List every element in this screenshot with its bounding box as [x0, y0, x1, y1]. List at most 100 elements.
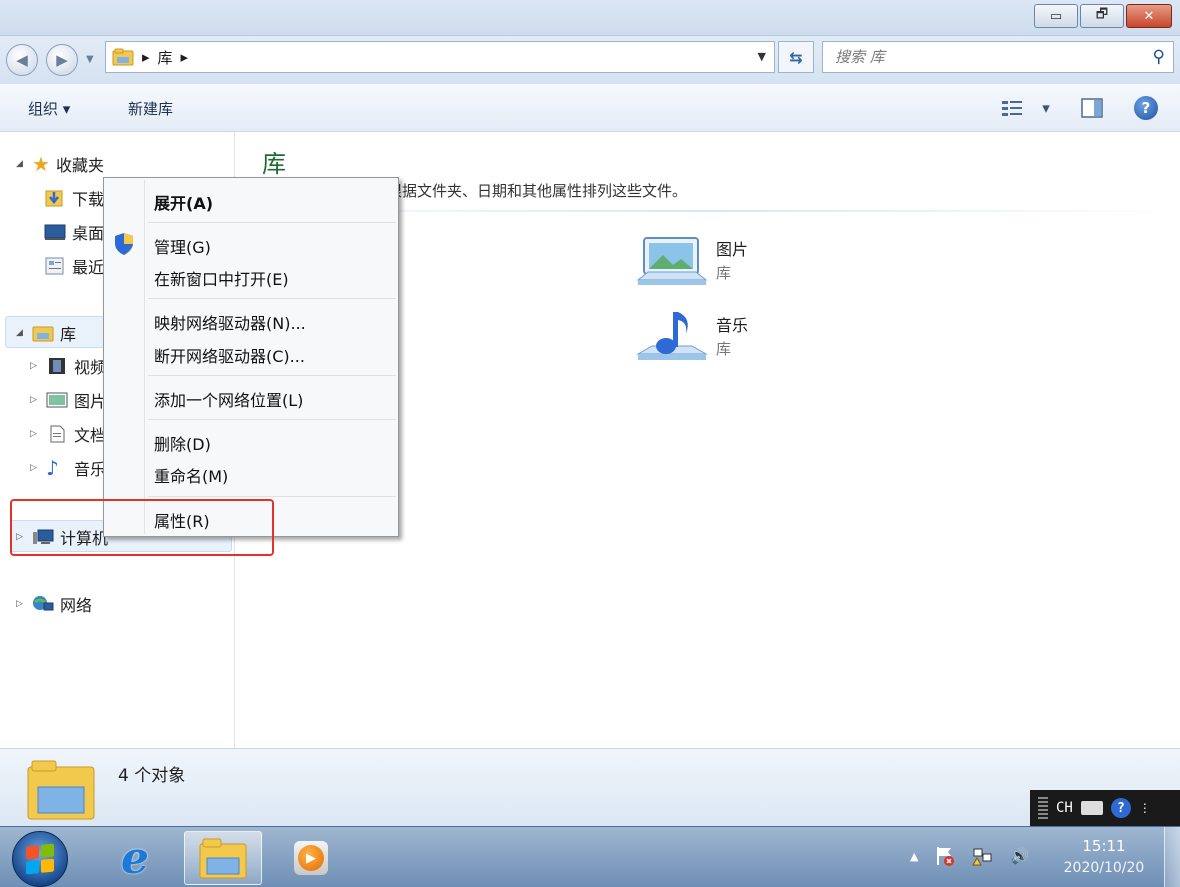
- library-folder-large-icon: [27, 760, 95, 820]
- library-item-name: 音乐: [716, 316, 749, 335]
- tree-item-documents[interactable]: ▷ 文档: [30, 422, 106, 446]
- minimize-button[interactable]: ▭: [1034, 4, 1078, 28]
- page-title: 库: [262, 150, 286, 178]
- maximize-button[interactable]: 🗗: [1080, 4, 1124, 28]
- recent-pages-dropdown[interactable]: ▼: [86, 54, 94, 65]
- collapse-arrow-icon[interactable]: ◢: [16, 328, 26, 338]
- menu-separator: [148, 375, 396, 376]
- menu-separator: [148, 419, 396, 420]
- refresh-icon: ⇆: [789, 47, 803, 67]
- tree-item-videos[interactable]: ▷ 视频: [30, 354, 106, 378]
- library-item-music[interactable]: 音乐 库: [636, 308, 816, 378]
- library-item-pictures[interactable]: 图片 库: [636, 232, 816, 302]
- view-dropdown[interactable]: ▾: [1030, 94, 1062, 122]
- expand-arrow-icon[interactable]: ▷: [16, 599, 26, 609]
- breadcrumb-item-library[interactable]: 库: [158, 47, 173, 68]
- tree-label: 视频: [74, 358, 107, 377]
- taskbar-internet-explorer[interactable]: e: [96, 831, 174, 885]
- refresh-button[interactable]: ⇆: [778, 41, 814, 73]
- input-language[interactable]: CH: [1056, 800, 1073, 816]
- close-button[interactable]: ✕: [1126, 4, 1172, 28]
- organize-button[interactable]: 组织 ▾: [28, 98, 70, 119]
- help-button[interactable]: ?: [1130, 94, 1162, 122]
- menu-item-manage[interactable]: 管理(G): [154, 234, 211, 258]
- uac-shield-icon: [115, 233, 133, 255]
- expand-arrow-icon[interactable]: ▷: [30, 361, 40, 371]
- taskbar-windows-explorer[interactable]: [184, 831, 262, 885]
- address-dropdown[interactable]: ▼: [758, 50, 766, 63]
- keyboard-icon[interactable]: [1080, 801, 1103, 815]
- details-pane: 4 个对象: [0, 748, 1180, 826]
- command-bar: 组织 ▾ 新建库 ▾ ?: [0, 84, 1180, 132]
- address-box[interactable]: ▸ 库 ▸ ▼: [105, 41, 775, 73]
- expand-arrow-icon[interactable]: ▷: [30, 463, 40, 473]
- start-button[interactable]: [12, 831, 68, 887]
- help-icon[interactable]: ?: [1110, 798, 1131, 818]
- search-box[interactable]: ⚲: [822, 41, 1174, 73]
- library-item-name: 图片: [716, 240, 749, 259]
- show-hidden-icons-button[interactable]: ▲: [910, 850, 918, 863]
- window-controls: ▭ 🗗 ✕: [1034, 4, 1172, 28]
- tree-label: 文档: [74, 426, 107, 445]
- volume-icon[interactable]: 🔊: [1010, 847, 1029, 865]
- menu-icon-column-divider: [144, 180, 145, 534]
- menu-item-rename[interactable]: 重命名(M): [154, 463, 228, 487]
- back-button[interactable]: ◀: [6, 44, 38, 76]
- menu-item-expand[interactable]: 展开(A): [154, 190, 213, 214]
- preview-pane-icon: [1081, 98, 1103, 118]
- menu-item-disconnect-network-drive[interactable]: 断开网络驱动器(C)...: [154, 343, 305, 367]
- tree-item-network[interactable]: ▷ 网络: [16, 592, 92, 616]
- explorer-folder-icon: [199, 838, 247, 879]
- pictures-library-icon: [636, 237, 708, 285]
- tree-label: 最近: [72, 258, 105, 277]
- action-center-flag-icon[interactable]: [934, 845, 956, 867]
- breadcrumb-separator[interactable]: ▸: [142, 48, 150, 66]
- menu-item-add-network-location[interactable]: 添加一个网络位置(L): [154, 387, 303, 411]
- menu-separator: [148, 496, 396, 497]
- tree-item-pictures[interactable]: ▷ 图片: [30, 388, 106, 412]
- show-desktop-button[interactable]: [1164, 827, 1180, 887]
- network-warning-icon[interactable]: [972, 845, 994, 867]
- clock-time: 15:11: [1082, 837, 1126, 855]
- context-menu: 展开(A) 管理(G) 在新窗口中打开(E) 映射网络驱动器(N)... 断开网…: [103, 177, 399, 537]
- system-tray: ▲ 🔊: [910, 845, 1029, 867]
- menu-item-map-network-drive[interactable]: 映射网络驱动器(N)...: [154, 310, 306, 334]
- downloads-folder-icon: [45, 190, 63, 207]
- item-count: 4 个对象: [118, 766, 186, 786]
- tree-label: 网络: [60, 596, 93, 615]
- langbar-options-icon[interactable]: ⋮: [1139, 801, 1151, 815]
- collapse-arrow-icon[interactable]: ◢: [16, 159, 26, 169]
- help-icon: ?: [1134, 96, 1158, 120]
- expand-arrow-icon[interactable]: ▷: [30, 395, 40, 405]
- tree-item-favorites[interactable]: ◢ ★ 收藏夹: [16, 152, 104, 176]
- view-options-button[interactable]: [996, 94, 1028, 122]
- library-description: 并根据文件夹、日期和其他属性排列这些文件。: [372, 182, 688, 200]
- menu-separator: [148, 222, 396, 223]
- internet-explorer-icon: e: [121, 832, 149, 884]
- drag-handle[interactable]: [1038, 797, 1048, 819]
- tree-label: 桌面: [72, 224, 105, 243]
- language-bar: CH ? ⋮: [1030, 790, 1180, 826]
- breadcrumb-separator[interactable]: ▸: [181, 48, 189, 66]
- taskbar-clock[interactable]: 15:11 2020/10/20: [1050, 835, 1158, 879]
- forward-button[interactable]: ▶: [46, 44, 78, 76]
- taskbar-media-player[interactable]: ▶: [272, 831, 350, 885]
- tree-item-recent[interactable]: 最近: [44, 254, 104, 278]
- preview-pane-button[interactable]: [1076, 94, 1108, 122]
- pictures-icon: [46, 392, 68, 408]
- search-input[interactable]: [835, 48, 1135, 66]
- menu-item-open-new-window[interactable]: 在新窗口中打开(E): [154, 266, 289, 290]
- tree-item-downloads[interactable]: 下载: [44, 186, 104, 210]
- expand-arrow-icon[interactable]: ▷: [30, 429, 40, 439]
- menu-item-delete[interactable]: 删除(D): [154, 431, 211, 455]
- tree-item-music[interactable]: ▷ ♪ 音乐: [30, 456, 106, 480]
- new-library-button[interactable]: 新建库: [128, 98, 173, 119]
- library-item-type: 库: [716, 340, 732, 358]
- documents-icon: [50, 425, 65, 443]
- library-folder-icon: [112, 48, 134, 66]
- search-icon[interactable]: ⚲: [1153, 47, 1165, 67]
- tree-label: 库: [60, 325, 77, 344]
- tree-item-desktop[interactable]: 桌面: [44, 220, 104, 244]
- tree-item-libraries[interactable]: ◢ 库: [16, 321, 76, 345]
- music-library-icon: [636, 312, 708, 360]
